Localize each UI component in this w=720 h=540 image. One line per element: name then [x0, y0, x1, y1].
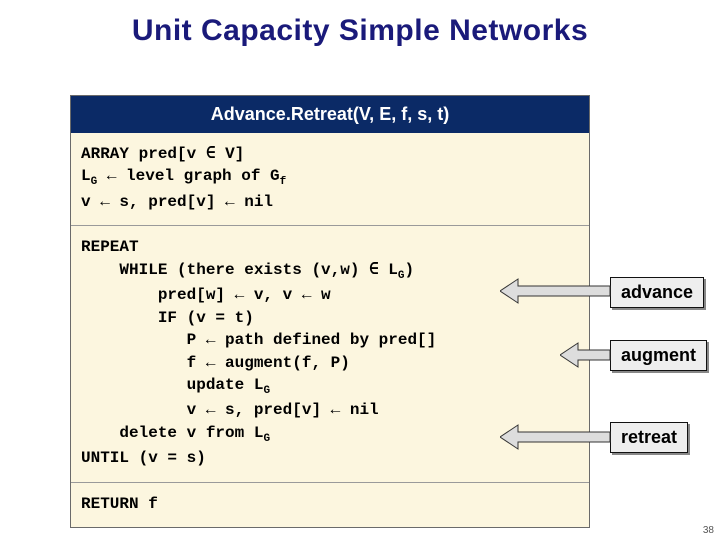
code-line: IF (v = t): [81, 309, 254, 327]
subscript: G: [263, 433, 270, 445]
code-block-3: RETURN f: [71, 483, 589, 527]
code-line: pred[w] ← v, v ← w: [81, 286, 331, 304]
code-block-1: ARRAY pred[v ∈ V] LG ← level graph of Gf…: [71, 133, 589, 225]
code-line: V]: [215, 145, 244, 163]
code-line: L: [379, 261, 398, 279]
subscript: f: [280, 177, 287, 189]
label-retreat: retreat: [610, 422, 688, 453]
slide-title: Unit Capacity Simple Networks: [0, 0, 720, 48]
code-line: REPEAT: [81, 238, 139, 256]
code-line: f ← augment(f, P): [81, 354, 350, 372]
code-line: ARRAY pred[v: [81, 145, 206, 163]
code-line: ← level graph of G: [97, 167, 279, 185]
code-line: delete v from L: [81, 424, 263, 442]
arrow-augment: [560, 330, 612, 380]
code-line: WHILE (there exists (v,w): [81, 261, 369, 279]
page-number: 38: [703, 525, 714, 536]
code-line: P ← path defined by pred[]: [81, 331, 436, 349]
subscript: G: [263, 385, 270, 397]
code-line: update L: [81, 376, 263, 394]
code-line: v ← s, pred[v] ← nil: [81, 193, 273, 211]
arrow-retreat: [500, 412, 612, 462]
code-line: ): [405, 261, 415, 279]
code-line: RETURN f: [81, 495, 158, 513]
arrow-advance: [500, 266, 612, 316]
subscript: G: [398, 270, 405, 282]
label-augment: augment: [610, 340, 707, 371]
code-line: L: [81, 167, 91, 185]
algorithm-header: Advance.Retreat(V, E, f, s, t): [71, 96, 589, 133]
label-advance: advance: [610, 277, 704, 308]
code-line: UNTIL (v = s): [81, 449, 206, 467]
code-line: v ← s, pred[v] ← nil: [81, 401, 379, 419]
element-of-glyph: ∈: [369, 261, 379, 279]
